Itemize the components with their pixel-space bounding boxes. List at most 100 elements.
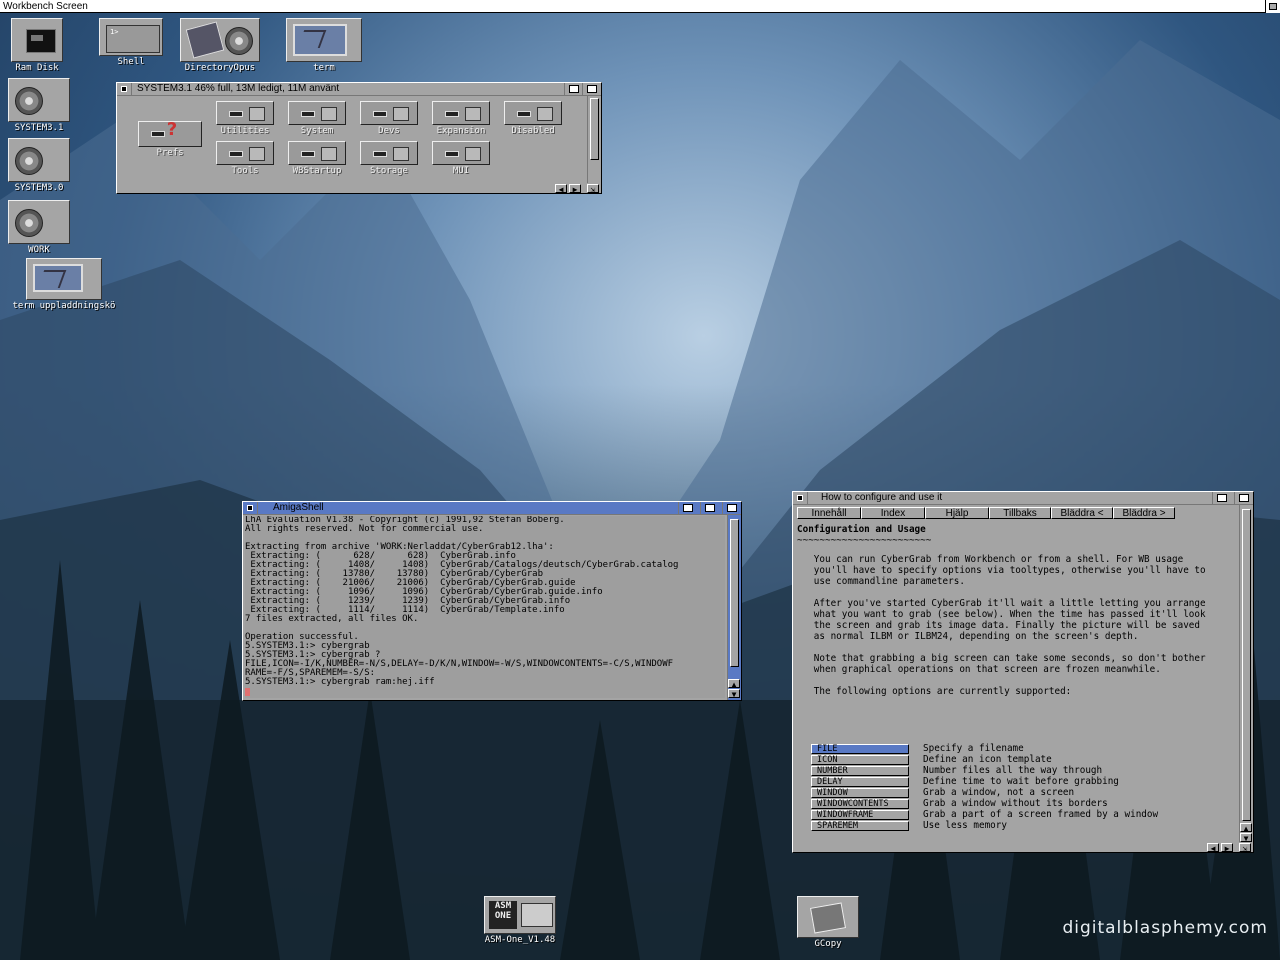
scroll-knob[interactable] xyxy=(730,519,739,667)
scroll-knob[interactable] xyxy=(1242,509,1251,821)
screen-depth-gadget[interactable] xyxy=(1265,0,1280,13)
amigashell-window[interactable]: AmigaShell LhA Evaluation V1.38 - Copyri… xyxy=(242,501,742,701)
guide-heading-underline: ~~~~~~~~~~~~~~~~~~~~~~~~ xyxy=(797,535,932,546)
option-link-sparemem[interactable]: SPAREMEM xyxy=(811,821,909,831)
scroll-right-icon[interactable]: ▶ xyxy=(1221,843,1233,853)
system31-window[interactable]: SYSTEM3.1 46% full, 13M ledigt, 11M anvä… xyxy=(116,82,602,194)
close-gadget-icon[interactable] xyxy=(793,492,808,504)
option-description: Grab a part of a screen framed by a wind… xyxy=(923,809,1159,820)
screen-title-bar[interactable]: Workbench Screen xyxy=(0,0,1280,13)
index-button[interactable]: Index xyxy=(861,507,925,519)
back-button[interactable]: Tillbaks xyxy=(989,507,1051,519)
icon-term-upload-queue[interactable]: term uppladdningskö xyxy=(4,258,124,311)
option-link-windowcontents[interactable]: WINDOWCONTENTS xyxy=(811,799,909,809)
scroll-left-icon[interactable]: ◀ xyxy=(555,184,567,194)
option-link-windowframe[interactable]: WINDOWFRAME xyxy=(811,810,909,820)
drawer-devs[interactable]: Devs xyxy=(357,101,421,136)
icon-gcopy[interactable]: GCopy xyxy=(796,896,860,949)
ram-chip-icon xyxy=(26,29,56,53)
hard-disk-icon xyxy=(225,27,253,55)
option-description: Define time to wait before grabbing xyxy=(923,776,1119,787)
option-description: Number files all the way through xyxy=(923,765,1103,776)
watermark: digitalblasphemy.com xyxy=(1062,918,1268,938)
scroll-left-icon[interactable]: ◀ xyxy=(1207,843,1219,853)
scroll-up-icon[interactable]: ▲ xyxy=(728,679,740,689)
amigashell-title-bar[interactable]: AmigaShell xyxy=(243,502,741,515)
drawer-disabled[interactable]: Disabled xyxy=(501,101,565,136)
scroll-up-icon[interactable]: ▲ xyxy=(1240,823,1252,833)
scroll-right-icon[interactable]: ▶ xyxy=(569,184,581,194)
shell-line: 7 files extracted, all files OK. xyxy=(245,614,419,624)
guide-paragraph: You can run CyberGrab from Workbench or … xyxy=(813,554,1206,587)
drawer-wbstartup[interactable]: WBStartup xyxy=(285,141,349,176)
drawer-storage[interactable]: Storage xyxy=(357,141,421,176)
icon-system31[interactable]: SYSTEM3.1 xyxy=(6,78,72,133)
icon-term[interactable]: term xyxy=(284,18,364,73)
monitor-icon xyxy=(521,903,553,927)
shell-console[interactable]: LhA Evaluation V1.38 - Copyright (c) 199… xyxy=(245,516,725,698)
iconify-gadget-icon[interactable] xyxy=(678,502,697,514)
icon-asm-one[interactable]: ASM ONE ASM-One_V1.48 xyxy=(478,896,562,945)
hard-disk-icon xyxy=(15,209,43,237)
depth-gadget-icon[interactable] xyxy=(722,502,741,514)
guide-heading: Configuration and Usage xyxy=(797,524,926,535)
option-description: Use less memory xyxy=(923,820,1007,831)
option-link-delay[interactable]: DELAY xyxy=(811,777,909,787)
option-description: Define an icon template xyxy=(923,754,1052,765)
scroll-down-icon[interactable]: ▼ xyxy=(728,689,740,699)
contents-button[interactable]: Innehåll xyxy=(797,507,861,519)
system31-title-bar[interactable]: SYSTEM3.1 46% full, 13M ledigt, 11M anvä… xyxy=(117,83,601,96)
browse-next-button[interactable]: Bläddra > xyxy=(1113,507,1175,519)
network-icon xyxy=(33,264,83,292)
option-link-file[interactable]: FILE xyxy=(811,744,909,754)
browse-prev-button[interactable]: Bläddra < xyxy=(1051,507,1113,519)
icon-shell[interactable]: Shell xyxy=(98,18,164,67)
terminal-icon xyxy=(293,24,347,56)
guide-title-bar[interactable]: How to configure and use it xyxy=(793,492,1253,505)
floppy-icon xyxy=(185,21,225,59)
option-link-icon[interactable]: ICON xyxy=(811,755,909,765)
depth-gadget-icon[interactable] xyxy=(1234,492,1253,504)
icon-work[interactable]: WORK xyxy=(6,200,72,255)
option-link-number[interactable]: NUMBER xyxy=(811,766,909,776)
vertical-scrollbar[interactable]: ▲ ▼ xyxy=(727,515,741,700)
drawer-utilities[interactable]: Utilities xyxy=(213,101,277,136)
drawer-system[interactable]: System xyxy=(285,101,349,136)
scroll-knob[interactable] xyxy=(590,98,599,160)
shell-line: 5.SYSTEM3.1:> cybergrab ram:hej.iff xyxy=(245,677,435,687)
drawer-prefs[interactable]: Prefs xyxy=(135,121,205,158)
vertical-scrollbar[interactable] xyxy=(587,96,601,183)
options-list: FILE Specify a filename ICON Define an icon… xyxy=(797,744,1227,834)
drawer-mui[interactable]: MUI xyxy=(429,141,493,176)
close-gadget-icon[interactable] xyxy=(117,83,132,95)
option-description: Grab a window, not a screen xyxy=(923,787,1075,798)
hard-disk-icon xyxy=(15,87,43,115)
window-title: How to configure and use it xyxy=(821,492,943,503)
drawer-tools[interactable]: Tools xyxy=(213,141,277,176)
hard-disk-icon xyxy=(15,147,43,175)
guide-paragraph: Note that grabbing a big screen can take… xyxy=(813,653,1206,675)
drawer-expansion[interactable]: Expansion xyxy=(429,101,493,136)
vertical-scrollbar[interactable]: ▲ ▼ xyxy=(1239,505,1253,843)
guide-window[interactable]: How to configure and use it Innehåll Ind… xyxy=(792,491,1254,853)
window-title: SYSTEM3.1 46% full, 13M ledigt, 11M anvä… xyxy=(137,83,340,94)
zoom-gadget-icon[interactable] xyxy=(700,502,719,514)
zoom-gadget-icon[interactable] xyxy=(1212,492,1231,504)
option-link-window[interactable]: WINDOW xyxy=(811,788,909,798)
resize-icon[interactable]: ⇲ xyxy=(1239,843,1251,853)
icon-directory-opus[interactable]: DirectoryOpus xyxy=(178,18,262,73)
guide-paragraph: The following options are currently supp… xyxy=(797,686,1072,697)
help-button[interactable]: Hjälp xyxy=(925,507,989,519)
zoom-gadget-icon[interactable] xyxy=(564,83,583,95)
icon-ram-disk[interactable]: Ram Disk xyxy=(8,18,66,73)
depth-gadget-icon[interactable] xyxy=(582,83,601,95)
window-title: AmigaShell xyxy=(273,502,324,513)
scroll-down-icon[interactable]: ▼ xyxy=(1240,833,1252,843)
option-description: Grab a window without its borders xyxy=(923,798,1108,809)
resize-icon[interactable]: ⇲ xyxy=(587,184,599,194)
icon-system30[interactable]: SYSTEM3.0 xyxy=(6,138,72,193)
option-description: Specify a filename xyxy=(923,743,1024,754)
close-gadget-icon[interactable] xyxy=(243,502,258,514)
guide-paragraph: After you've started CyberGrab it'll wai… xyxy=(813,598,1206,642)
shell-output: LhA Evaluation V1.38 - Copyright (c) 199… xyxy=(245,516,725,696)
